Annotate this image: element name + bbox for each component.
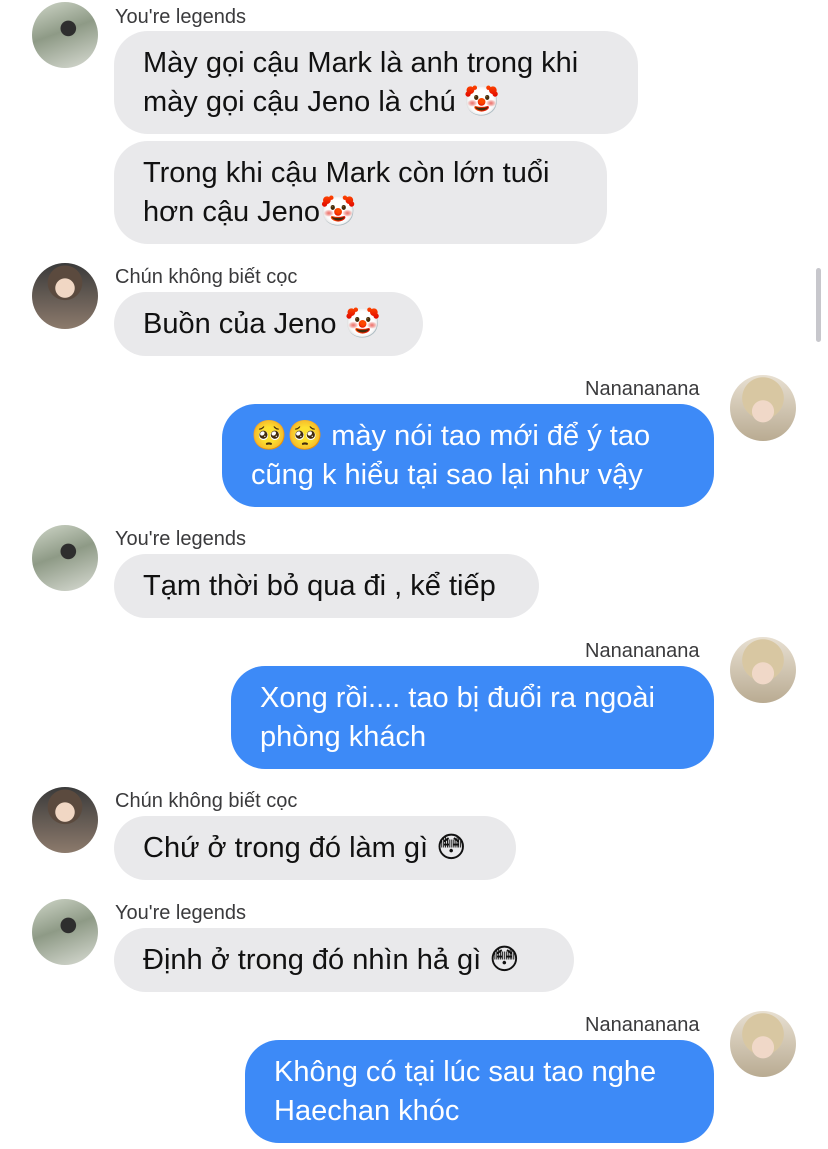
message-text: 🥺🥺 mày nói tao mới để ý tao bbox=[251, 420, 651, 452]
message-bubble[interactable]: Buồn của Jeno 🤡 bbox=[114, 292, 423, 356]
sender-name: Chún không biết cọc bbox=[115, 790, 298, 812]
message-text: cũng k hiểu tại sao lại như vậy bbox=[251, 459, 643, 491]
message-bubble[interactable]: Định ở trong đó nhìn hả gì 😳 bbox=[114, 928, 574, 992]
message-text: Không có tại lúc sau tao nghe bbox=[274, 1056, 657, 1088]
message-text: Chứ ở trong đó làm gì 😳 bbox=[143, 832, 467, 864]
sender-name: Chún không biết cọc bbox=[115, 266, 298, 288]
message-bubble[interactable]: Tạm thời bỏ qua đi , kể tiếp bbox=[114, 554, 539, 618]
sender-name: Nanananana bbox=[585, 1014, 700, 1036]
message-bubble[interactable]: Xong rồi.... tao bị đuổi ra ngoài phòng … bbox=[231, 666, 714, 769]
message-text: Mày gọi cậu Mark là anh trong khi bbox=[143, 47, 579, 79]
avatar[interactable] bbox=[32, 263, 98, 329]
message-bubble[interactable]: Trong khi cậu Mark còn lớn tuổi hơn cậu … bbox=[114, 141, 607, 244]
message-text: Xong rồi.... tao bị đuổi ra ngoài bbox=[260, 682, 655, 714]
message-bubble[interactable]: 🥺🥺 mày nói tao mới để ý tao cũng k hiểu … bbox=[222, 404, 714, 507]
avatar[interactable] bbox=[32, 525, 98, 591]
message-text: Buồn của Jeno 🤡 bbox=[143, 308, 381, 340]
message-bubble[interactable]: Chứ ở trong đó làm gì 😳 bbox=[114, 816, 516, 880]
message-text: mày gọi cậu Jeno là chú 🤡 bbox=[143, 86, 500, 118]
message-text: Định ở trong đó nhìn hả gì 😳 bbox=[143, 944, 520, 976]
message-bubble[interactable]: Không có tại lúc sau tao nghe Haechan kh… bbox=[245, 1040, 714, 1143]
avatar[interactable] bbox=[730, 1011, 796, 1077]
avatar[interactable] bbox=[32, 787, 98, 853]
message-text: Haechan khóc bbox=[274, 1095, 460, 1127]
scrollbar[interactable] bbox=[816, 268, 821, 342]
message-text: Tạm thời bỏ qua đi , kể tiếp bbox=[143, 570, 496, 602]
avatar[interactable] bbox=[730, 375, 796, 441]
sender-name: You're legends bbox=[115, 6, 246, 28]
avatar[interactable] bbox=[730, 637, 796, 703]
message-bubble[interactable]: Mày gọi cậu Mark là anh trong khi mày gọ… bbox=[114, 31, 638, 134]
sender-name: Nanananana bbox=[585, 378, 700, 400]
avatar[interactable] bbox=[32, 2, 98, 68]
message-text: hơn cậu Jeno🤡 bbox=[143, 196, 357, 228]
message-text: Trong khi cậu Mark còn lớn tuổi bbox=[143, 157, 550, 189]
avatar[interactable] bbox=[32, 899, 98, 965]
sender-name: Nanananana bbox=[585, 640, 700, 662]
message-text: phòng khách bbox=[260, 721, 427, 753]
sender-name: You're legends bbox=[115, 902, 246, 924]
sender-name: You're legends bbox=[115, 528, 246, 550]
